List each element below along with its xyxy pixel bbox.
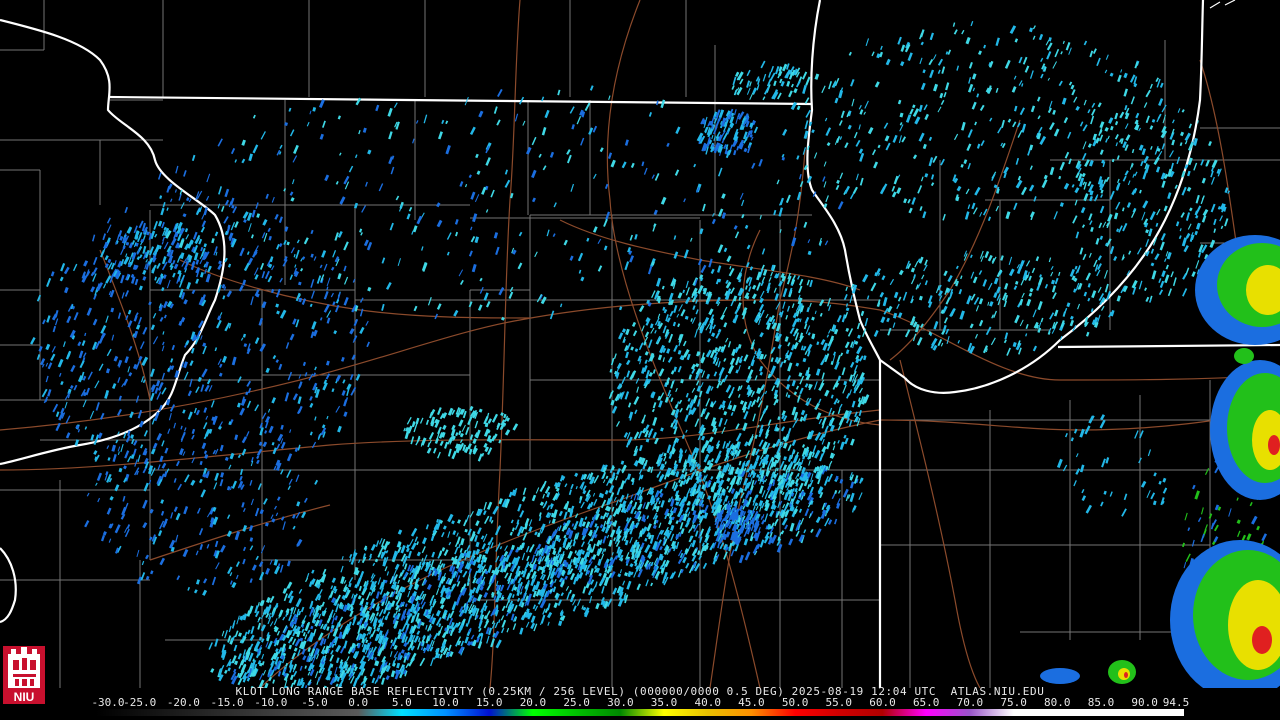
radar-map	[0, 0, 1280, 688]
